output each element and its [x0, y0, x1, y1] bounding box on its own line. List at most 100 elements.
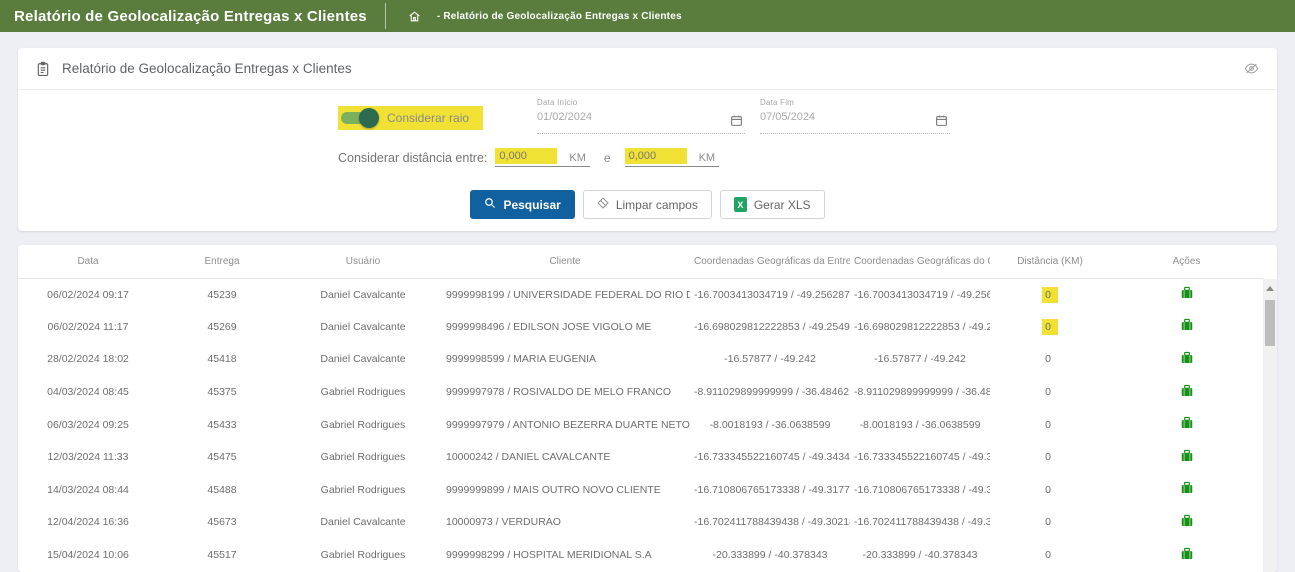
- row-client-coordinates: -16.733345522160745 / -49.34347: [854, 451, 990, 463]
- scroll-up-arrow-icon[interactable]: [1266, 286, 1274, 291]
- row-date: 12/04/2024 16:36: [47, 516, 129, 528]
- distance-max-field: 0,000 KM: [625, 148, 720, 167]
- delivery-action-button[interactable]: [1178, 349, 1196, 370]
- delivery-action-button[interactable]: [1178, 382, 1196, 403]
- table-body: 06/02/2024 09:17 45239 Daniel Cavalcante…: [18, 278, 1263, 571]
- row-client-coordinates: -8.911029899999999 / -36.4846218: [854, 386, 990, 398]
- row-delivery-number: 45433: [207, 419, 236, 431]
- row-delivery-coordinates: -16.710806765173338 / -49.31778: [694, 484, 850, 496]
- row-client-coordinates: -16.702411788439438 / -49.302181: [854, 516, 990, 528]
- briefcase-icon: [1180, 384, 1194, 401]
- column-header-distancia: Distância (KM): [990, 245, 1110, 278]
- date-start-field[interactable]: Data Início 01/02/2024: [537, 98, 745, 134]
- row-date: 06/02/2024 09:17: [47, 289, 129, 301]
- export-xls-button[interactable]: X Gerar XLS: [720, 190, 825, 219]
- row-delivery-coordinates: -16.702411788439438 / -49.30218: [694, 516, 850, 528]
- row-distance: 0: [1042, 417, 1058, 433]
- row-client-coordinates: -16.698029812222853 / -49.25490: [854, 321, 990, 333]
- delivery-action-button[interactable]: [1178, 545, 1196, 566]
- row-user: Daniel Cavalcante: [320, 353, 405, 365]
- column-header-acoes: Ações: [1110, 245, 1263, 278]
- row-distance: 0: [1042, 287, 1058, 303]
- calendar-icon[interactable]: [730, 114, 743, 127]
- search-button[interactable]: Pesquisar: [470, 190, 574, 219]
- row-date: 04/03/2024 08:45: [47, 386, 129, 398]
- distance-filter-row: Considerar distância entre: 0,000 KM e 0…: [338, 148, 729, 167]
- briefcase-icon: [1180, 514, 1194, 531]
- date-start-value: 01/02/2024: [537, 111, 745, 123]
- row-user: Gabriel Rodrigues: [321, 484, 406, 496]
- consider-radius-toggle-group: Considerar raio: [338, 106, 483, 130]
- row-delivery-coordinates: -16.733345522160745 / -49.3434: [694, 451, 850, 463]
- scrollbar-thumb[interactable]: [1265, 300, 1275, 346]
- eye-off-icon[interactable]: [1244, 62, 1259, 75]
- row-client: 9999998199 / UNIVERSIDADE FEDERAL DO RIO…: [446, 289, 690, 301]
- delivery-action-button[interactable]: [1178, 284, 1196, 305]
- search-button-label: Pesquisar: [503, 198, 560, 212]
- consider-radius-toggle[interactable]: [341, 109, 377, 127]
- date-end-value: 07/05/2024: [760, 111, 950, 123]
- date-start-label: Data Início: [537, 98, 745, 107]
- briefcase-icon: [1180, 416, 1194, 433]
- row-delivery-coordinates: -16.7003413034719 / -49.256287: [694, 289, 850, 301]
- delivery-action-button[interactable]: [1178, 512, 1196, 533]
- header-divider: [385, 3, 386, 29]
- row-user: Gabriel Rodrigues: [321, 451, 406, 463]
- row-client: 9999997979 / ANTONIO BEZERRA DUARTE NETO: [446, 419, 690, 431]
- briefcase-icon: [1180, 481, 1194, 498]
- row-delivery-coordinates: -16.57877 / -49.242: [724, 353, 816, 365]
- row-distance: 0: [1042, 384, 1058, 400]
- row-client-coordinates: -20.333899 / -40.378343: [862, 549, 977, 561]
- row-client: 9999999899 / MAIS OUTRO NOVO CLIENTE: [446, 484, 661, 496]
- delivery-action-button[interactable]: [1178, 414, 1196, 435]
- row-distance: 0: [1042, 547, 1058, 563]
- row-client: 10000242 / DANIEL CAVALCANTE: [446, 451, 610, 463]
- home-icon[interactable]: [408, 10, 421, 23]
- row-date: 06/03/2024 09:25: [47, 419, 129, 431]
- distance-min-input[interactable]: 0,000: [495, 148, 557, 164]
- column-header-coordenadas-cliente: Coordenadas Geográficas do Cliente: [850, 245, 990, 278]
- row-delivery-number: 45517: [207, 549, 236, 561]
- row-distance: 0: [1042, 482, 1058, 498]
- row-delivery-coordinates: -20.333899 / -40.378343: [712, 549, 827, 561]
- row-client: 9999998496 / EDILSON JOSE VIGOLO ME: [446, 321, 651, 333]
- distance-min-unit: KM: [569, 152, 590, 164]
- briefcase-icon: [1180, 286, 1194, 303]
- delivery-action-button[interactable]: [1178, 447, 1196, 468]
- row-date: 15/04/2024 10:06: [47, 549, 129, 561]
- search-icon: [484, 197, 496, 212]
- table-row: 06/02/2024 09:17 45239 Daniel Cavalcante…: [18, 278, 1263, 311]
- row-user: Gabriel Rodrigues: [321, 419, 406, 431]
- table-row: 12/03/2024 11:33 45475 Gabriel Rodrigues…: [18, 441, 1263, 474]
- column-header-data: Data: [18, 245, 158, 278]
- distance-max-input[interactable]: 0,000: [625, 148, 687, 164]
- row-client-coordinates: -16.7003413034719 / -49.2562877: [854, 289, 990, 301]
- row-date: 14/03/2024 08:44: [47, 484, 129, 496]
- results-table: Data Entrega Usuário Cliente Coordenadas…: [18, 245, 1263, 571]
- app-title: Relatório de Geolocalização Entregas x C…: [14, 8, 367, 25]
- row-client: 9999998599 / MARIA EUGENIA: [446, 353, 596, 365]
- clear-fields-button-label: Limpar campos: [616, 198, 698, 212]
- row-client-coordinates: -8.0018193 / -36.0638599: [860, 419, 981, 431]
- export-xls-button-label: Gerar XLS: [754, 198, 811, 212]
- app-header: Relatório de Geolocalização Entregas x C…: [0, 0, 1295, 32]
- row-delivery-number: 45488: [207, 484, 236, 496]
- delivery-action-button[interactable]: [1178, 316, 1196, 337]
- row-delivery-number: 45269: [207, 321, 236, 333]
- row-delivery-coordinates: -16.698029812222853 / -49.2549: [694, 321, 850, 333]
- delivery-action-button[interactable]: [1178, 479, 1196, 500]
- briefcase-icon: [1180, 318, 1194, 335]
- row-user: Daniel Cavalcante: [320, 321, 405, 333]
- clear-fields-button[interactable]: Limpar campos: [583, 190, 712, 219]
- row-client: 9999998299 / HOSPITAL MERIDIONAL S.A: [446, 549, 652, 561]
- table-row: 14/03/2024 08:44 45488 Gabriel Rodrigues…: [18, 474, 1263, 507]
- table-row: 15/04/2024 10:06 45517 Gabriel Rodrigues…: [18, 539, 1263, 572]
- date-end-field[interactable]: Data Fim 07/05/2024: [760, 98, 950, 134]
- row-delivery-number: 45418: [207, 353, 236, 365]
- breadcrumb: - Relatório de Geolocalização Entregas x…: [437, 11, 682, 22]
- row-distance: 0: [1042, 351, 1058, 367]
- eraser-icon: [597, 197, 609, 212]
- calendar-icon[interactable]: [935, 114, 948, 127]
- vertical-scrollbar[interactable]: [1263, 279, 1277, 572]
- toggle-knob: [359, 108, 379, 128]
